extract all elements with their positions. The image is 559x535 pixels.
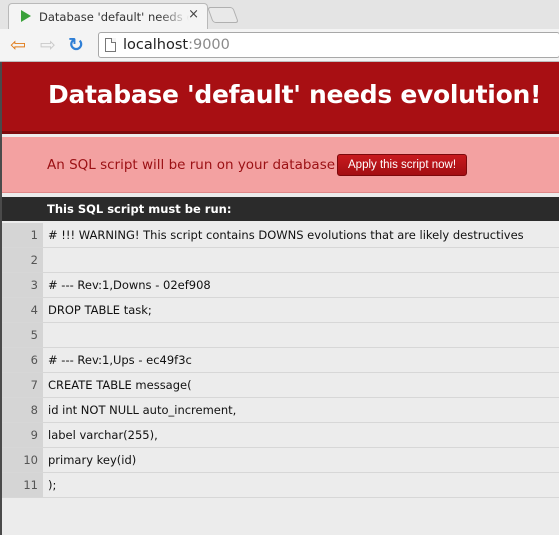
script-header: This SQL script must be run: bbox=[47, 202, 232, 216]
url-text[interactable]: localhost:9000 bbox=[123, 37, 230, 53]
notice-text: An SQL script will be run on your databa… bbox=[47, 157, 345, 173]
apply-script-button[interactable]: Apply this script now! bbox=[337, 154, 468, 176]
play-icon bbox=[21, 10, 31, 22]
code-text: # --- Rev:1,Downs - 02ef908 bbox=[48, 278, 211, 292]
tab-strip: Database 'default' needs evolution! × bbox=[0, 0, 559, 29]
browser-toolbar: ⇦ ⇨ ↻ localhost:9000 bbox=[0, 29, 559, 62]
code-line: 7 CREATE TABLE message( bbox=[2, 373, 559, 398]
notice-banner: An SQL script will be run on your databa… bbox=[2, 137, 559, 193]
address-bar[interactable]: localhost:9000 bbox=[98, 32, 559, 58]
code-line: 1 # !!! WARNING! This script contains DOW… bbox=[2, 223, 559, 248]
sql-script: 1 # !!! WARNING! This script contains DOW… bbox=[2, 223, 559, 498]
code-text: id int NOT NULL auto_increment, bbox=[48, 403, 237, 417]
line-number: 11 bbox=[2, 473, 43, 497]
page-icon bbox=[105, 38, 116, 52]
script-header-bar: This SQL script must be run: bbox=[2, 197, 559, 221]
close-icon[interactable]: × bbox=[188, 8, 199, 22]
code-text: ); bbox=[48, 478, 57, 492]
line-number: 9 bbox=[2, 423, 43, 447]
code-text: DROP TABLE task; bbox=[48, 303, 152, 317]
code-text: primary key(id) bbox=[48, 453, 137, 467]
reload-icon[interactable]: ↻ bbox=[66, 35, 86, 55]
line-number: 6 bbox=[2, 348, 43, 372]
code-text: # --- Rev:1,Ups - ec49f3c bbox=[48, 353, 192, 367]
new-tab-button[interactable] bbox=[207, 7, 239, 23]
line-number: 7 bbox=[2, 373, 43, 397]
line-number: 10 bbox=[2, 448, 43, 472]
browser-tab[interactable]: Database 'default' needs evolution! × bbox=[8, 3, 208, 29]
code-line: 8 id int NOT NULL auto_increment, bbox=[2, 398, 559, 423]
code-text: # !!! WARNING! This script contains DOWN… bbox=[48, 228, 524, 242]
code-line: 4 DROP TABLE task; bbox=[2, 298, 559, 323]
url-host: localhost bbox=[123, 37, 189, 53]
code-line: 11); bbox=[2, 473, 559, 498]
code-line: 6 # --- Rev:1,Ups - ec49f3c bbox=[2, 348, 559, 373]
url-port: :9000 bbox=[188, 37, 230, 53]
page-header: Database 'default' needs evolution! bbox=[2, 62, 559, 134]
tab-title: Database 'default' needs evolution! bbox=[39, 10, 189, 24]
page-content: Database 'default' needs evolution! An S… bbox=[0, 62, 559, 535]
code-line: 9 label varchar(255), bbox=[2, 423, 559, 448]
code-line: 10 primary key(id) bbox=[2, 448, 559, 473]
line-number: 4 bbox=[2, 298, 43, 322]
line-number: 3 bbox=[2, 273, 43, 297]
code-text: label varchar(255), bbox=[48, 428, 158, 442]
line-number: 5 bbox=[2, 323, 43, 347]
code-text: CREATE TABLE message( bbox=[48, 378, 192, 392]
code-line: 2 bbox=[2, 248, 559, 273]
page-title: Database 'default' needs evolution! bbox=[48, 80, 542, 109]
back-arrow-icon[interactable]: ⇦ bbox=[8, 35, 28, 55]
line-number: 1 bbox=[2, 223, 43, 247]
code-line: 5 bbox=[2, 323, 559, 348]
line-number: 8 bbox=[2, 398, 43, 422]
code-line: 3 # --- Rev:1,Downs - 02ef908 bbox=[2, 273, 559, 298]
line-number: 2 bbox=[2, 248, 43, 272]
forward-arrow-icon[interactable]: ⇨ bbox=[38, 35, 58, 55]
